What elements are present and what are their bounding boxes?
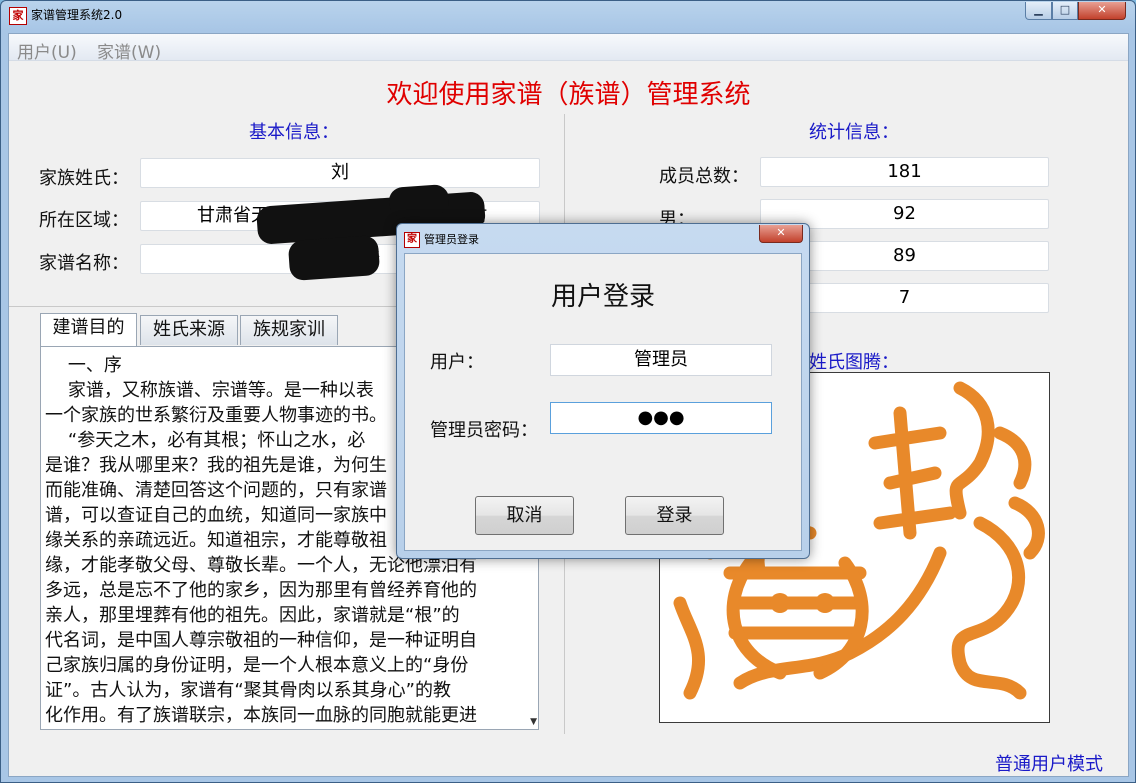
- surname-field[interactable]: 刘: [140, 158, 540, 188]
- minimize-button[interactable]: ▁: [1025, 2, 1052, 20]
- dialog-close-button[interactable]: ✕: [759, 225, 803, 243]
- text-line: 多远，总是忘不了他的家乡，因为那里有曾经养育他的: [45, 580, 477, 601]
- normal-user-mode-link[interactable]: 普通用户模式: [995, 750, 1103, 776]
- total-members-label: 成员总数：: [659, 166, 749, 187]
- page-title: 欢迎使用家谱（族谱）管理系统: [386, 80, 751, 110]
- region-label: 所在区域：: [39, 210, 129, 231]
- text-line: 证”。古人认为，家谱有“聚其骨肉以系其身心”的教: [45, 680, 451, 701]
- genealogy-name-label: 家谱名称：: [39, 253, 129, 274]
- menu-genealogy[interactable]: 家谱(W): [97, 38, 161, 63]
- maximize-button[interactable]: □: [1052, 2, 1078, 20]
- text-line: 代名词，是中国人尊宗敬祖的一种信仰，是一种证明自: [45, 630, 477, 651]
- tab-purpose[interactable]: 建谱目的: [40, 313, 137, 346]
- username-label: 用户：: [430, 352, 484, 373]
- cancel-button[interactable]: 取消: [475, 496, 574, 535]
- admin-login-dialog: 家 管理员登录 ✕ 用户登录 用户： 管理员 管理员密码： ●●● 取消 登录: [396, 223, 810, 559]
- basic-info-title: 基本信息：: [249, 122, 339, 143]
- totem-title: 姓氏图腾：: [809, 352, 899, 373]
- login-button[interactable]: 登录: [625, 496, 724, 535]
- total-members-field[interactable]: 181: [760, 157, 1049, 187]
- menu-bar: 用户(U) 家谱(W): [9, 34, 1128, 63]
- menu-user[interactable]: 用户(U): [17, 38, 77, 63]
- stats-title: 统计信息：: [809, 122, 899, 143]
- window-title: 家谱管理系统2.0: [31, 8, 123, 22]
- username-field[interactable]: 管理员: [550, 344, 772, 376]
- password-label: 管理员密码：: [430, 420, 538, 441]
- tab-surname-origin[interactable]: 姓氏来源: [140, 315, 238, 345]
- surname-label: 家族姓氏：: [39, 168, 129, 189]
- main-window: 家 家谱管理系统2.0 ▁ □ ✕ 用户(U) 家谱(W) 欢迎使用家谱（族谱）…: [0, 0, 1136, 783]
- password-field[interactable]: ●●●: [550, 402, 772, 434]
- redaction-mark: [388, 183, 450, 219]
- close-button[interactable]: ✕: [1078, 2, 1126, 20]
- tab-family-rules[interactable]: 族规家训: [240, 315, 338, 345]
- text-line: 亲人，那里埋葬有他的祖先。因此，家谱就是“根”的: [45, 605, 460, 626]
- title-bar[interactable]: 家 家谱管理系统2.0 ▁ □ ✕: [1, 1, 1135, 27]
- dialog-title: 管理员登录: [424, 233, 479, 246]
- dialog-heading: 用户登录: [550, 282, 655, 312]
- app-icon: 家: [9, 7, 27, 25]
- text-line: 己家族归属的身份证明，是一个人根本意义上的“身份: [45, 655, 469, 676]
- redaction-mark: [287, 234, 381, 282]
- dialog-body: 用户登录 用户： 管理员 管理员密码： ●●● 取消 登录: [404, 253, 802, 551]
- dialog-app-icon: 家: [404, 232, 420, 248]
- scroll-down-arrow[interactable]: ▼: [530, 717, 537, 727]
- text-line: 化作用。有了族谱联宗，本族同一血脉的同胞就能更进: [45, 705, 477, 726]
